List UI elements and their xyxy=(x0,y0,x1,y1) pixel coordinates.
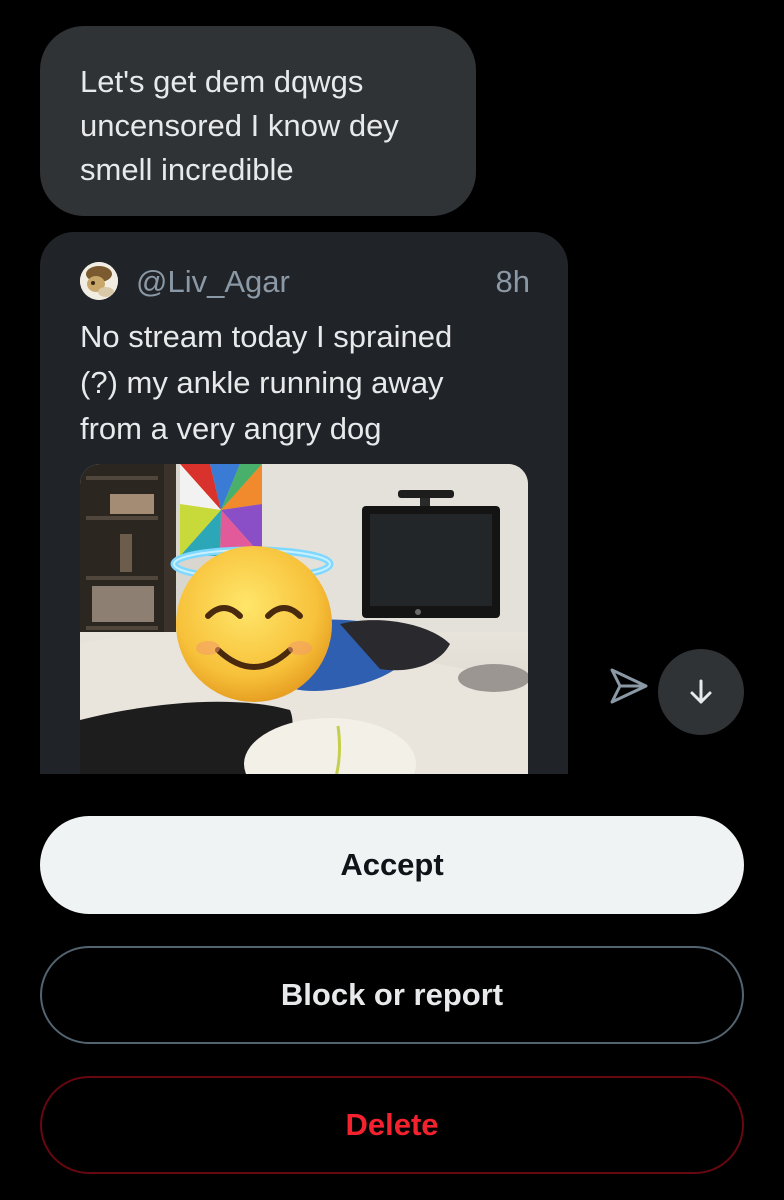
accept-button[interactable]: Accept xyxy=(40,816,744,914)
shared-tweet-card[interactable]: @Liv_Agar 8h No stream today I sprained … xyxy=(40,232,568,774)
tweet-time: 8h xyxy=(495,264,530,299)
delete-button[interactable]: Delete xyxy=(40,1076,744,1174)
tweet-line: (?) my ankle running away xyxy=(80,365,444,400)
message-line: uncensored I know dey xyxy=(80,108,399,143)
message-line: smell incredible xyxy=(80,152,294,187)
tweet-photo[interactable] xyxy=(80,464,528,774)
avatar[interactable] xyxy=(80,262,118,300)
tweet-text: No stream today I sprained (?) my ankle … xyxy=(80,314,530,452)
tweet-handle[interactable]: @Liv_Agar xyxy=(136,262,290,302)
message-line: Let's get dem dqwgs xyxy=(80,64,364,99)
message-bubble[interactable]: Let's get dem dqwgs uncensored I know de… xyxy=(40,26,476,216)
tweet-header: @Liv_Agar 8h xyxy=(80,260,530,304)
tweet-line: from a very angry dog xyxy=(80,411,382,446)
scroll-down-button[interactable] xyxy=(658,649,744,735)
arrow-down-icon xyxy=(690,679,712,704)
block-or-report-button[interactable]: Block or report xyxy=(40,946,744,1044)
send-arrow-icon[interactable] xyxy=(606,664,650,708)
tweet-line: No stream today I sprained xyxy=(80,319,453,354)
